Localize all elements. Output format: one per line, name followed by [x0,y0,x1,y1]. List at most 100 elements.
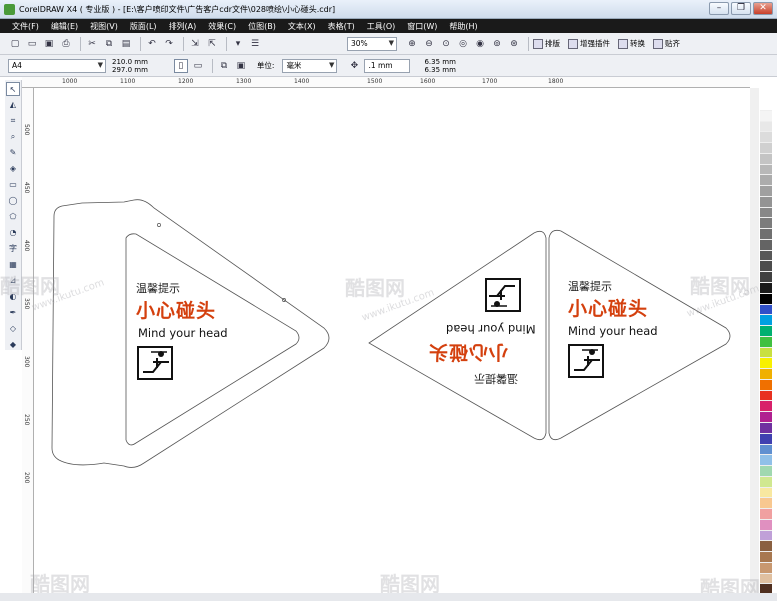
menu-window[interactable]: 窗口(W) [407,21,437,32]
redo-icon[interactable]: ↷ [162,37,176,51]
basic-shapes-icon[interactable]: ◔ [6,226,20,240]
menu-view[interactable]: 视图(V) [90,21,118,32]
color-swatch[interactable] [760,358,772,370]
page-width-field[interactable]: 210.0 mm [112,58,148,66]
shape-tool-icon[interactable]: ◭ [6,98,20,112]
export-icon[interactable]: ⇱ [205,37,219,51]
color-swatch[interactable] [760,272,772,284]
print-icon[interactable]: ⎙ [59,37,73,51]
color-swatch[interactable] [760,487,772,499]
color-swatch[interactable] [760,530,772,542]
color-swatch[interactable] [760,573,772,585]
import-icon[interactable]: ⇲ [188,37,202,51]
enhance-plugin-button[interactable]: 增强插件 [568,38,610,49]
zoom-page-icon[interactable]: ◉ [473,37,487,51]
color-swatch[interactable] [760,250,772,262]
zoom-width-icon[interactable]: ⊚ [490,37,504,51]
escalator-head-icon[interactable] [137,346,173,380]
application-launcher-icon[interactable]: ▾ [231,37,245,51]
outline-tool-icon[interactable]: ◇ [6,322,20,336]
paper-size-select[interactable]: A4 ▼ [8,58,106,73]
color-swatch[interactable] [760,444,772,456]
color-swatch[interactable] [760,186,772,197]
escalator-head-icon[interactable] [568,344,604,378]
page-height-field[interactable]: 297.0 mm [112,66,148,74]
sign-heading[interactable]: 温馨提示 [136,280,180,296]
units-select[interactable]: 毫米 ▼ [282,58,338,73]
color-palette[interactable] [760,100,772,596]
current-page-icon[interactable]: ▣ [234,59,248,73]
duplicate-distance[interactable]: 6.35 mm 6.35 mm [424,58,455,74]
color-swatch[interactable] [760,175,772,187]
imposition-button[interactable]: 排版 [533,38,560,49]
sign-english-text[interactable]: Mind your head [568,324,658,338]
restore-button[interactable]: ❐ [731,2,751,15]
color-swatch[interactable] [760,153,772,165]
minimize-button[interactable]: – [709,2,729,15]
color-swatch[interactable] [760,229,772,240]
zoom-all-icon[interactable]: ◎ [456,37,470,51]
sign-english-text-flipped[interactable]: Mind your head [446,322,536,336]
menu-table[interactable]: 表格(T) [328,21,355,32]
crop-tool-icon[interactable]: ⌗ [6,114,20,128]
zoom-height-icon[interactable]: ⊛ [507,37,521,51]
menu-effects[interactable]: 效果(C) [208,21,236,32]
open-folder-icon[interactable]: ▭ [25,37,39,51]
zoom-out-icon[interactable]: ⊖ [422,37,436,51]
drawing-canvas[interactable]: 温馨提示 小心碰头 Mind your head Mind your head … [34,88,750,593]
landscape-icon[interactable]: ▭ [191,59,205,73]
cut-icon[interactable]: ✂ [85,37,99,51]
copy-icon[interactable]: ⧉ [102,37,116,51]
color-swatch[interactable] [760,261,772,273]
menu-arrange[interactable]: 排列(A) [169,21,197,32]
color-swatch[interactable] [760,390,772,402]
color-swatch[interactable] [760,401,772,413]
color-swatch[interactable] [760,293,772,305]
menu-bitmaps[interactable]: 位图(B) [248,21,276,32]
color-swatch[interactable] [760,433,772,445]
freehand-tool-icon[interactable]: ✎ [6,146,20,160]
color-swatch[interactable] [760,132,772,144]
color-swatch[interactable] [760,552,772,563]
smart-fill-icon[interactable]: ◈ [6,162,20,176]
sign-heading[interactable]: 温馨提示 [568,278,612,294]
sign-english-text[interactable]: Mind your head [138,326,228,340]
new-file-icon[interactable]: ▢ [8,37,22,51]
color-swatch[interactable] [760,422,772,434]
vertical-scrollbar[interactable] [750,88,759,593]
pick-tool-icon[interactable]: ↖ [6,82,20,96]
fill-tool-icon[interactable]: ◆ [6,338,20,352]
color-swatch[interactable] [760,218,772,230]
zoom-in-icon[interactable]: ⊕ [405,37,419,51]
snap-button[interactable]: 贴齐 [653,38,680,49]
color-swatch[interactable] [760,476,772,488]
ellipse-tool-icon[interactable]: ◯ [6,194,20,208]
sign-warning-text[interactable]: 小心碰头 [568,294,648,321]
color-swatch[interactable] [760,164,772,176]
paste-icon[interactable]: ▤ [119,37,133,51]
sign-warning-text[interactable]: 小心碰头 [136,296,216,323]
nudge-distance-field[interactable]: .1 mm [364,58,411,73]
sign-warning-text-flipped[interactable]: 小心碰头 [428,340,508,367]
menu-file[interactable]: 文件(F) [12,21,39,32]
undo-icon[interactable]: ↶ [145,37,159,51]
duplicate-x-field[interactable]: 6.35 mm [424,58,455,66]
color-swatch[interactable] [760,110,772,122]
horizontal-ruler[interactable]: 1000 1100 1200 1300 1400 1500 1600 1700 … [22,77,750,88]
color-swatch[interactable] [760,369,772,380]
color-swatch[interactable] [760,509,772,520]
color-swatch[interactable] [760,562,772,574]
color-swatch[interactable] [760,283,772,294]
sign-heading-flipped[interactable]: 温馨提示 [474,371,518,387]
zoom-level-select[interactable]: 30% ▼ [347,36,397,51]
escalator-head-icon[interactable] [485,278,521,312]
convert-button[interactable]: 转换 [618,38,645,49]
rectangle-tool-icon[interactable]: ▭ [6,178,20,192]
color-swatch[interactable] [760,196,772,208]
zoom-tool-icon[interactable]: ⌕ [6,130,20,144]
color-swatch[interactable] [760,379,772,391]
color-swatch[interactable] [760,326,772,337]
color-swatch[interactable] [760,541,772,553]
text-tool-icon[interactable]: 字 [6,242,20,256]
all-pages-icon[interactable]: ⧉ [217,59,231,73]
